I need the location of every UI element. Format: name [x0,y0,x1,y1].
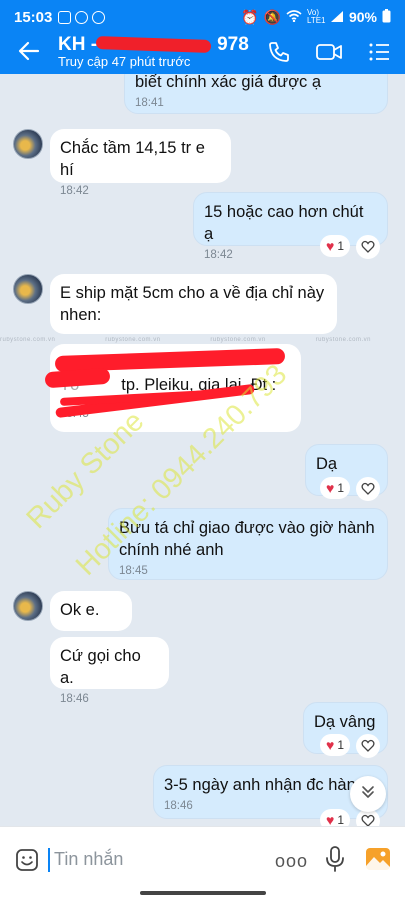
battery-icon [382,8,391,26]
heart-reaction[interactable]: ♥ 1 [320,477,350,499]
reaction-bar: ♥ 1 [320,477,380,501]
reaction-count: 1 [337,813,344,826]
message-input-bar: Tin nhắn ooo [0,826,405,888]
chat-header: KH -978 Truy cập 47 phút trước [0,34,405,74]
message-bubble[interactable]: biết chính xác giá được ạ 18:41 [124,74,388,114]
status-time: 15:03 [14,8,53,26]
gallery-notification-icon [58,10,72,24]
sticker-emoji-icon[interactable] [15,848,39,872]
message-bubble[interactable]: Chắc tầm 14,15 tr e hí 18:42 [50,129,231,197]
heart-icon: ♥ [326,812,335,826]
messenger-notification-icon [92,10,106,24]
alarm-icon: ⏰ [241,8,259,25]
system-nav-bar [0,888,405,900]
message-bubble[interactable]: E ship mặt 5cm cho a về địa chỉ này nhen… [50,274,337,334]
reaction-bar: ♥ 1 [320,734,380,758]
heart-icon: ♥ [326,737,335,753]
text-cursor [48,848,50,872]
signal-icon [330,9,344,25]
message-text: Bưu tá chỉ giao được vào giờ hành chính … [119,519,375,559]
message-time: 18:45 [119,565,148,577]
add-reaction-heart-icon[interactable] [356,477,380,501]
message-bubble[interactable]: Ok e. [50,591,132,631]
heart-icon: ♥ [326,238,335,254]
message-bubble[interactable]: Cứ gọi cho a. 18:46 [50,637,169,705]
heart-reaction[interactable]: ♥ 1 [320,235,350,257]
wifi-icon [286,9,302,25]
reaction-count: 1 [337,481,344,495]
heart-reaction[interactable]: ♥ 1 [320,809,350,826]
contact-avatar[interactable] [13,129,43,159]
message-text: Chắc tầm 14,15 tr e hí [60,139,205,179]
back-arrow-icon[interactable] [18,40,40,62]
message-bubble[interactable]: Bưu tá chỉ giao được vào giờ hành chính … [108,508,388,580]
scroll-to-bottom-button[interactable] [350,776,386,812]
reaction-count: 1 [337,239,344,253]
add-reaction-heart-icon[interactable] [356,734,380,758]
message-text: Dạ vâng [314,713,376,731]
last-seen-status: Truy cập 47 phút trước [58,54,191,69]
double-chevron-down-icon [360,784,376,805]
message-text: Dạ [316,455,338,473]
message-time: 18:46 [60,693,89,705]
message-text: E ship mặt 5cm cho a về địa chỉ này nhen… [60,284,325,324]
network-label: Vo) LTE1 [306,8,326,25]
message-text: biết chính xác giá được ạ [135,74,322,91]
heart-icon: ♥ [326,480,335,496]
microphone-icon[interactable] [325,845,345,873]
list-menu-icon[interactable] [367,40,393,66]
battery-level: 90% [348,9,377,25]
message-text: Ok e. [60,601,100,619]
contact-avatar[interactable] [13,274,43,304]
mute-icon: 🔕 [263,8,281,25]
heart-reaction[interactable]: ♥ 1 [320,734,350,756]
video-call-icon[interactable] [315,40,342,66]
message-input[interactable]: Tin nhắn [54,849,123,870]
status-bar: 15:03 ⏰ 🔕 Vo) LTE1 90% [0,0,405,34]
add-reaction-heart-icon[interactable] [356,235,380,259]
message-time: 18:41 [135,97,164,109]
reaction-count: 1 [337,738,344,752]
more-options-icon[interactable]: ooo [275,851,308,872]
reaction-bar: ♥ 1 [320,235,380,259]
contact-avatar[interactable] [13,591,43,621]
message-text: 3-5 ngày anh nhận đc hàn [164,776,356,794]
phone-icon[interactable] [267,40,293,66]
chat-area[interactable]: biết chính xác giá được ạ 18:41 Chắc tầm… [0,74,405,826]
home-indicator[interactable] [140,891,266,895]
facebook-notification-icon [75,10,89,24]
image-gallery-icon[interactable] [365,846,391,872]
message-text: Cứ gọi cho a. [60,647,141,687]
